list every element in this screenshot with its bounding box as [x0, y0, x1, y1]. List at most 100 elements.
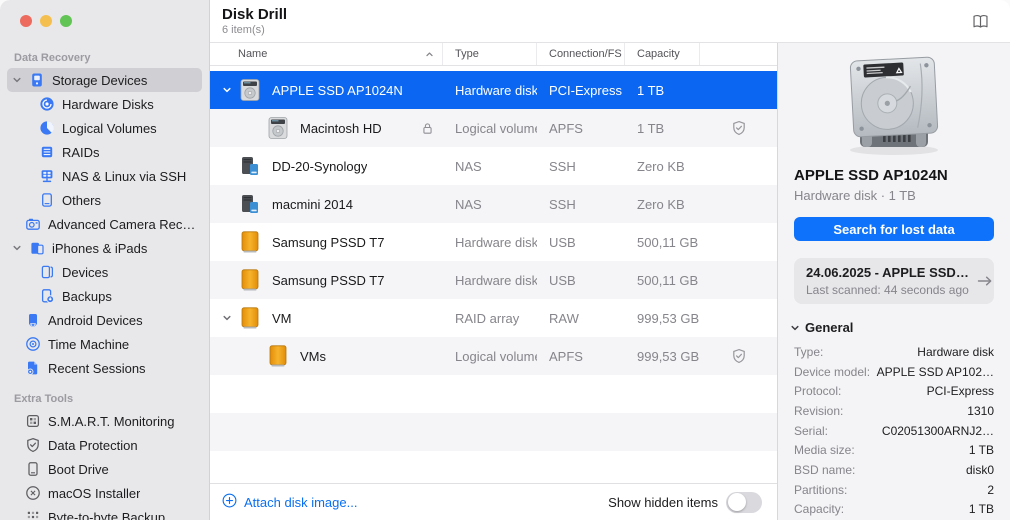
chevron-down-icon[interactable]: [222, 85, 238, 95]
sidebar-item-data-protection[interactable]: Data Protection: [7, 433, 202, 457]
sidebar-item-label: Hardware Disks: [62, 97, 154, 112]
column-header-capacity[interactable]: Capacity: [625, 43, 700, 65]
chevron-down-icon[interactable]: [222, 313, 238, 323]
general-details-list: Type: Hardware disk Device model: APPLE …: [778, 342, 1010, 519]
sidebar-item-byte-to-byte-backup[interactable]: Byte-to-byte Backup: [7, 505, 202, 520]
chevron-down-icon: [12, 243, 28, 253]
device-capacity-cell: 500,11 GB: [625, 273, 700, 288]
device-name-cell: APPLE SSD AP1024N: [210, 78, 443, 102]
sidebar-item-label: Storage Devices: [52, 73, 147, 88]
device-type-cell: NAS: [443, 159, 537, 174]
shield-icon: [24, 437, 41, 454]
sidebar-item-logical-volumes[interactable]: Logical Volumes: [7, 116, 202, 140]
device-name-cell: Samsung PSSD T7: [210, 268, 443, 292]
sidebar-item-label: S.M.A.R.T. Monitoring: [48, 414, 174, 429]
session-title: 24.06.2025 - APPLE SSD…: [806, 265, 969, 280]
general-section-header[interactable]: General: [790, 320, 1010, 335]
device-row-apple-ssd-ap1024n[interactable]: APPLE SSD AP1024N Hardware disk PCI-Expr…: [210, 71, 777, 109]
device-row-dd-20-synology[interactable]: DD-20-Synology NAS SSH Zero KB: [210, 147, 777, 185]
device-type-cell: Hardware disk: [443, 235, 537, 250]
device-name-cell: VMs: [210, 344, 443, 368]
silver-disk-icon: [266, 116, 290, 140]
attach-disk-image-button[interactable]: Attach disk image...: [222, 493, 357, 511]
device-row-macintosh-hd[interactable]: Macintosh HD Logical volume APFS 1 TB: [210, 109, 777, 147]
sidebar-section-data-recovery: Storage Devices Hardware Disks Logical V…: [0, 68, 209, 380]
detail-label: Capacity:: [794, 502, 844, 516]
zoom-window-button[interactable]: [60, 15, 72, 27]
open-book-icon[interactable]: [971, 13, 990, 30]
detail-label: Type:: [794, 345, 823, 359]
detail-row-revision: Revision: 1310: [778, 401, 1010, 421]
sidebar: Data Recovery Storage Devices Hardware D…: [0, 0, 210, 520]
sidebar-item-raids[interactable]: RAIDs: [7, 140, 202, 164]
show-hidden-items-toggle[interactable]: [726, 492, 762, 513]
sidebar-item-android-devices[interactable]: Android Devices: [7, 308, 202, 332]
raids-icon: [38, 144, 55, 161]
sidebar-item-boot-drive[interactable]: Boot Drive: [7, 457, 202, 481]
sidebar-item-hardware-disks[interactable]: Hardware Disks: [7, 92, 202, 116]
sidebar-item-others[interactable]: Others: [7, 188, 202, 212]
device-row-macmini-2014[interactable]: macmini 2014 NAS SSH Zero KB: [210, 185, 777, 223]
sidebar-item-nas-linux-via-ssh[interactable]: NAS & Linux via SSH: [7, 164, 202, 188]
sidebar-item-label: RAIDs: [62, 145, 100, 160]
sidebar-item-iphones-ipads[interactable]: iPhones & iPads: [7, 236, 202, 260]
device-row-vms[interactable]: VMs Logical volume APFS 999,53 GB: [210, 337, 777, 375]
orange-disk-icon: [238, 268, 262, 292]
sidebar-item-label: Advanced Camera Recovery: [48, 217, 202, 232]
detail-value: C02051300ARNJ2…: [882, 424, 994, 438]
column-header-name-label: Name: [238, 48, 267, 60]
show-hidden-items-control: Show hidden items: [608, 492, 762, 513]
detail-label: BSD name:: [794, 463, 855, 477]
chevron-down-icon: [790, 323, 800, 333]
device-row-vm[interactable]: VM RAID array RAW 999,53 GB: [210, 299, 777, 337]
selected-device-title: APPLE SSD AP1024N: [794, 167, 994, 184]
sidebar-item-recent-sessions[interactable]: Recent Sessions: [7, 356, 202, 380]
show-hidden-items-label: Show hidden items: [608, 495, 718, 510]
section-label-extra-tools: Extra Tools: [14, 393, 209, 405]
column-header-connection-fs[interactable]: Connection/FS: [537, 43, 625, 65]
device-type-cell: RAID array: [443, 311, 537, 326]
detail-row-bsd-name: BSD name: disk0: [778, 460, 1010, 480]
table-footer: Attach disk image... Show hidden items: [210, 483, 777, 520]
device-connection-cell: RAW: [537, 311, 625, 326]
detail-row-serial: Serial: C02051300ARNJ2…: [778, 421, 1010, 441]
nas-icon: [238, 192, 262, 216]
detail-value: 1310: [967, 404, 994, 418]
shield-check-icon: [731, 348, 747, 364]
sidebar-item-macos-installer[interactable]: macOS Installer: [7, 481, 202, 505]
device-type-cell: NAS: [443, 197, 537, 212]
device-capacity-cell: 500,11 GB: [625, 235, 700, 250]
sidebar-item-storage-devices[interactable]: Storage Devices: [7, 68, 202, 92]
column-header-name[interactable]: Name: [210, 43, 443, 65]
detail-value: Hardware disk: [917, 345, 994, 359]
device-row-samsung-pssd-t7[interactable]: Samsung PSSD T7 Hardware disk USB 500,11…: [210, 223, 777, 261]
device-type-cell: Logical volume: [443, 121, 537, 136]
hardware-disks-icon: [38, 96, 55, 113]
detail-value: disk0: [966, 463, 994, 477]
sidebar-item-devices[interactable]: Devices: [7, 260, 202, 284]
toolbar: Disk Drill 6 item(s): [210, 0, 1010, 43]
search-for-lost-data-button[interactable]: Search for lost data: [794, 217, 994, 241]
section-label-data-recovery: Data Recovery: [14, 52, 209, 64]
detail-label: Serial:: [794, 424, 828, 438]
device-connection-cell: APFS: [537, 121, 625, 136]
device-name-cell: DD-20-Synology: [210, 154, 443, 178]
detail-value: 1 TB: [969, 502, 994, 516]
sidebar-item-time-machine[interactable]: Time Machine: [7, 332, 202, 356]
last-scan-session-card[interactable]: 24.06.2025 - APPLE SSD… Last scanned: 44…: [794, 258, 994, 304]
device-connection-cell: PCI-Express: [537, 83, 625, 98]
column-header-type[interactable]: Type: [443, 43, 537, 65]
close-window-button[interactable]: [20, 15, 32, 27]
sidebar-item-s-m-a-r-t-monitoring[interactable]: S.M.A.R.T. Monitoring: [7, 409, 202, 433]
sidebar-item-advanced-camera-recovery[interactable]: Advanced Camera Recovery: [7, 212, 202, 236]
sidebar-item-label: Logical Volumes: [62, 121, 157, 136]
device-row-samsung-pssd-t7[interactable]: Samsung PSSD T7 Hardware disk USB 500,11…: [210, 261, 777, 299]
minimize-window-button[interactable]: [40, 15, 52, 27]
attach-disk-image-label: Attach disk image...: [244, 495, 357, 510]
sidebar-item-label: iPhones & iPads: [52, 241, 147, 256]
sidebar-item-backups[interactable]: Backups: [7, 284, 202, 308]
detail-value: PCI-Express: [927, 384, 994, 398]
sidebar-item-label: Backups: [62, 289, 112, 304]
sidebar-item-label: Byte-to-byte Backup: [48, 510, 165, 520]
nas-icon: [238, 154, 262, 178]
